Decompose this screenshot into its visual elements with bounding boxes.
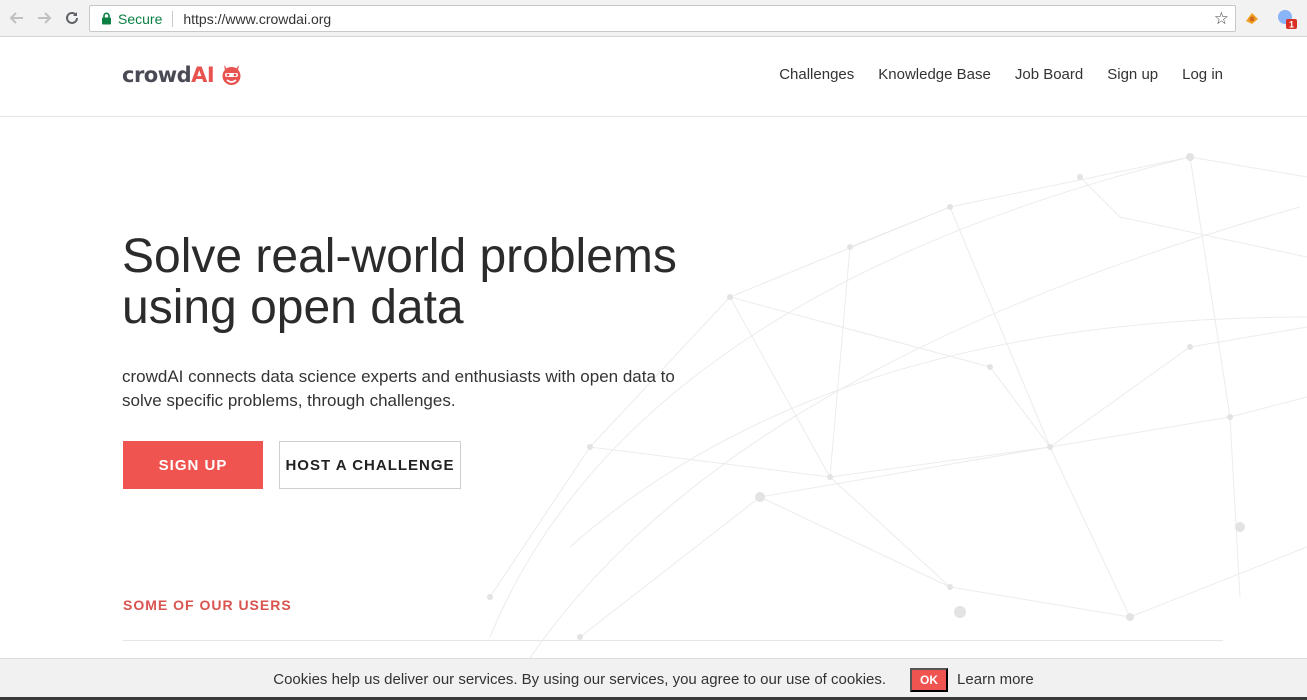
nav-log-in[interactable]: Log in	[1182, 66, 1223, 83]
extension-icon[interactable]	[1243, 9, 1261, 27]
crowdai-logo[interactable]: crowd AI	[122, 61, 245, 88]
forward-arrow-icon[interactable]	[30, 4, 58, 32]
address-bar[interactable]: Secure https://www.crowdai.org ☆	[89, 5, 1236, 32]
nav-job-board[interactable]: Job Board	[1015, 66, 1083, 83]
cookie-consent-bar: Cookies help us deliver our services. By…	[0, 658, 1307, 700]
logo-text-crowd: crowd	[122, 62, 192, 87]
hero-title-line-2: using open data	[122, 281, 464, 334]
back-arrow-icon[interactable]	[3, 4, 31, 32]
nav-challenges[interactable]: Challenges	[779, 66, 854, 83]
cookie-ok-button[interactable]: OK	[910, 667, 949, 692]
omnibox-divider	[172, 10, 174, 27]
main-nav: Challenges Knowledge Base Job Board Sign…	[779, 66, 1223, 83]
reload-icon[interactable]	[58, 4, 86, 32]
extension-badge: 1	[1289, 20, 1294, 30]
url-text[interactable]: https://www.crowdai.org	[183, 11, 331, 27]
some-of-our-users-heading: SOME OF OUR USERS	[123, 597, 292, 613]
bookmark-star-icon[interactable]: ☆	[1214, 9, 1229, 29]
hero-subtitle-line-1: crowdAI connects data science experts an…	[122, 367, 675, 386]
browser-toolbar: Secure https://www.crowdai.org ☆ 1	[0, 0, 1307, 37]
host-challenge-button[interactable]: HOST A CHALLENGE	[279, 441, 461, 489]
signup-button[interactable]: SIGN UP	[123, 441, 263, 489]
hero-subtitle: crowdAI connects data science experts an…	[122, 365, 702, 413]
hero-title: Solve real-world problems using open dat…	[122, 231, 742, 333]
secure-label: Secure	[118, 10, 163, 27]
nav-knowledge-base[interactable]: Knowledge Base	[878, 66, 991, 83]
logo-text-ai: AI	[191, 62, 215, 87]
cookie-message: Cookies help us deliver our services. By…	[273, 671, 887, 688]
cookie-learn-more-link[interactable]: Learn more	[957, 671, 1034, 688]
hero-subtitle-line-2: solve specific problems, through challen…	[122, 391, 456, 410]
lock-icon	[99, 12, 113, 26]
translate-extension-icon[interactable]: 1	[1276, 8, 1298, 30]
site-header: crowd AI Challenges Knowledge Base Job Bo…	[0, 37, 1307, 117]
section-divider	[123, 640, 1223, 641]
nav-sign-up[interactable]: Sign up	[1107, 66, 1158, 83]
hero-title-line-1: Solve real-world problems	[122, 230, 677, 283]
logo-mascot-icon	[222, 65, 241, 85]
